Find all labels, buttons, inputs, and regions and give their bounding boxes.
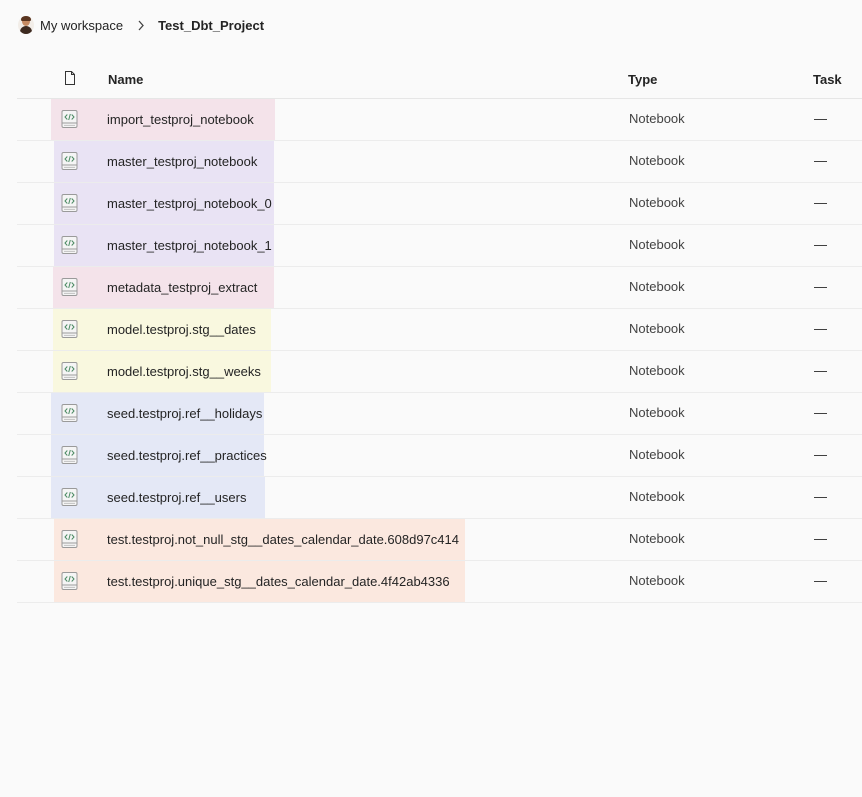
notebook-icon: [61, 194, 78, 213]
notebook-icon: [61, 152, 78, 171]
table-header: Name Type Task: [17, 58, 862, 99]
notebook-icon: [61, 110, 78, 129]
item-type: Notebook: [629, 405, 685, 420]
item-type: Notebook: [629, 237, 685, 252]
item-task: —: [814, 363, 827, 378]
table-row[interactable]: import_testproj_notebook Notebook —: [17, 99, 862, 141]
item-task: —: [814, 531, 827, 546]
avatar[interactable]: [18, 16, 34, 34]
item-task: —: [814, 279, 827, 294]
notebook-icon: [61, 572, 78, 591]
item-name[interactable]: test.testproj.unique_stg__dates_calendar…: [107, 574, 450, 589]
notebook-icon: [61, 320, 78, 339]
notebook-icon: [61, 446, 78, 465]
column-header-name[interactable]: Name: [108, 72, 143, 87]
item-type: Notebook: [629, 489, 685, 504]
item-name[interactable]: import_testproj_notebook: [107, 112, 254, 127]
item-name[interactable]: master_testproj_notebook_0: [107, 196, 272, 211]
item-type: Notebook: [629, 195, 685, 210]
breadcrumb-project[interactable]: Test_Dbt_Project: [158, 18, 264, 33]
notebook-icon: [61, 278, 78, 297]
item-name[interactable]: metadata_testproj_extract: [107, 280, 257, 295]
table-row[interactable]: seed.testproj.ref__users Notebook —: [17, 477, 862, 519]
page: My workspace Test_Dbt_Project Name Type …: [0, 0, 862, 797]
item-task: —: [814, 153, 827, 168]
item-type: Notebook: [629, 531, 685, 546]
notebook-icon: [61, 488, 78, 507]
table-row[interactable]: test.testproj.unique_stg__dates_calendar…: [17, 561, 862, 603]
table-body: import_testproj_notebook Notebook — master…: [17, 99, 862, 603]
chevron-right-icon: [136, 20, 146, 30]
item-name[interactable]: test.testproj.not_null_stg__dates_calend…: [107, 532, 459, 547]
file-icon[interactable]: [64, 71, 76, 85]
item-type: Notebook: [629, 279, 685, 294]
item-task: —: [814, 405, 827, 420]
item-name[interactable]: seed.testproj.ref__practices: [107, 448, 267, 463]
notebook-icon: [61, 362, 78, 381]
table-row[interactable]: master_testproj_notebook Notebook —: [17, 141, 862, 183]
table-row[interactable]: seed.testproj.ref__practices Notebook —: [17, 435, 862, 477]
item-type: Notebook: [629, 321, 685, 336]
table-row[interactable]: model.testproj.stg__weeks Notebook —: [17, 351, 862, 393]
item-task: —: [814, 489, 827, 504]
item-name[interactable]: model.testproj.stg__dates: [107, 322, 256, 337]
item-task: —: [814, 573, 827, 588]
item-name[interactable]: seed.testproj.ref__holidays: [107, 406, 262, 421]
item-type: Notebook: [629, 153, 685, 168]
table-row[interactable]: seed.testproj.ref__holidays Notebook —: [17, 393, 862, 435]
items-table: Name Type Task import_testproj_notebook N…: [17, 58, 862, 603]
item-name[interactable]: master_testproj_notebook_1: [107, 238, 272, 253]
table-row[interactable]: master_testproj_notebook_1 Notebook —: [17, 225, 862, 267]
item-name[interactable]: seed.testproj.ref__users: [107, 490, 246, 505]
table-row[interactable]: master_testproj_notebook_0 Notebook —: [17, 183, 862, 225]
breadcrumb: My workspace Test_Dbt_Project: [18, 14, 264, 36]
item-type: Notebook: [629, 363, 685, 378]
item-task: —: [814, 321, 827, 336]
column-header-type[interactable]: Type: [628, 72, 657, 87]
notebook-icon: [61, 530, 78, 549]
item-type: Notebook: [629, 573, 685, 588]
notebook-icon: [61, 404, 78, 423]
item-name[interactable]: model.testproj.stg__weeks: [107, 364, 261, 379]
notebook-icon: [61, 236, 78, 255]
item-task: —: [814, 195, 827, 210]
item-task: —: [814, 111, 827, 126]
item-type: Notebook: [629, 111, 685, 126]
item-name[interactable]: master_testproj_notebook: [107, 154, 257, 169]
table-row[interactable]: test.testproj.not_null_stg__dates_calend…: [17, 519, 862, 561]
item-task: —: [814, 237, 827, 252]
table-row[interactable]: model.testproj.stg__dates Notebook —: [17, 309, 862, 351]
item-task: —: [814, 447, 827, 462]
column-header-task[interactable]: Task: [813, 72, 842, 87]
breadcrumb-workspace[interactable]: My workspace: [40, 18, 123, 33]
item-type: Notebook: [629, 447, 685, 462]
table-row[interactable]: metadata_testproj_extract Notebook —: [17, 267, 862, 309]
